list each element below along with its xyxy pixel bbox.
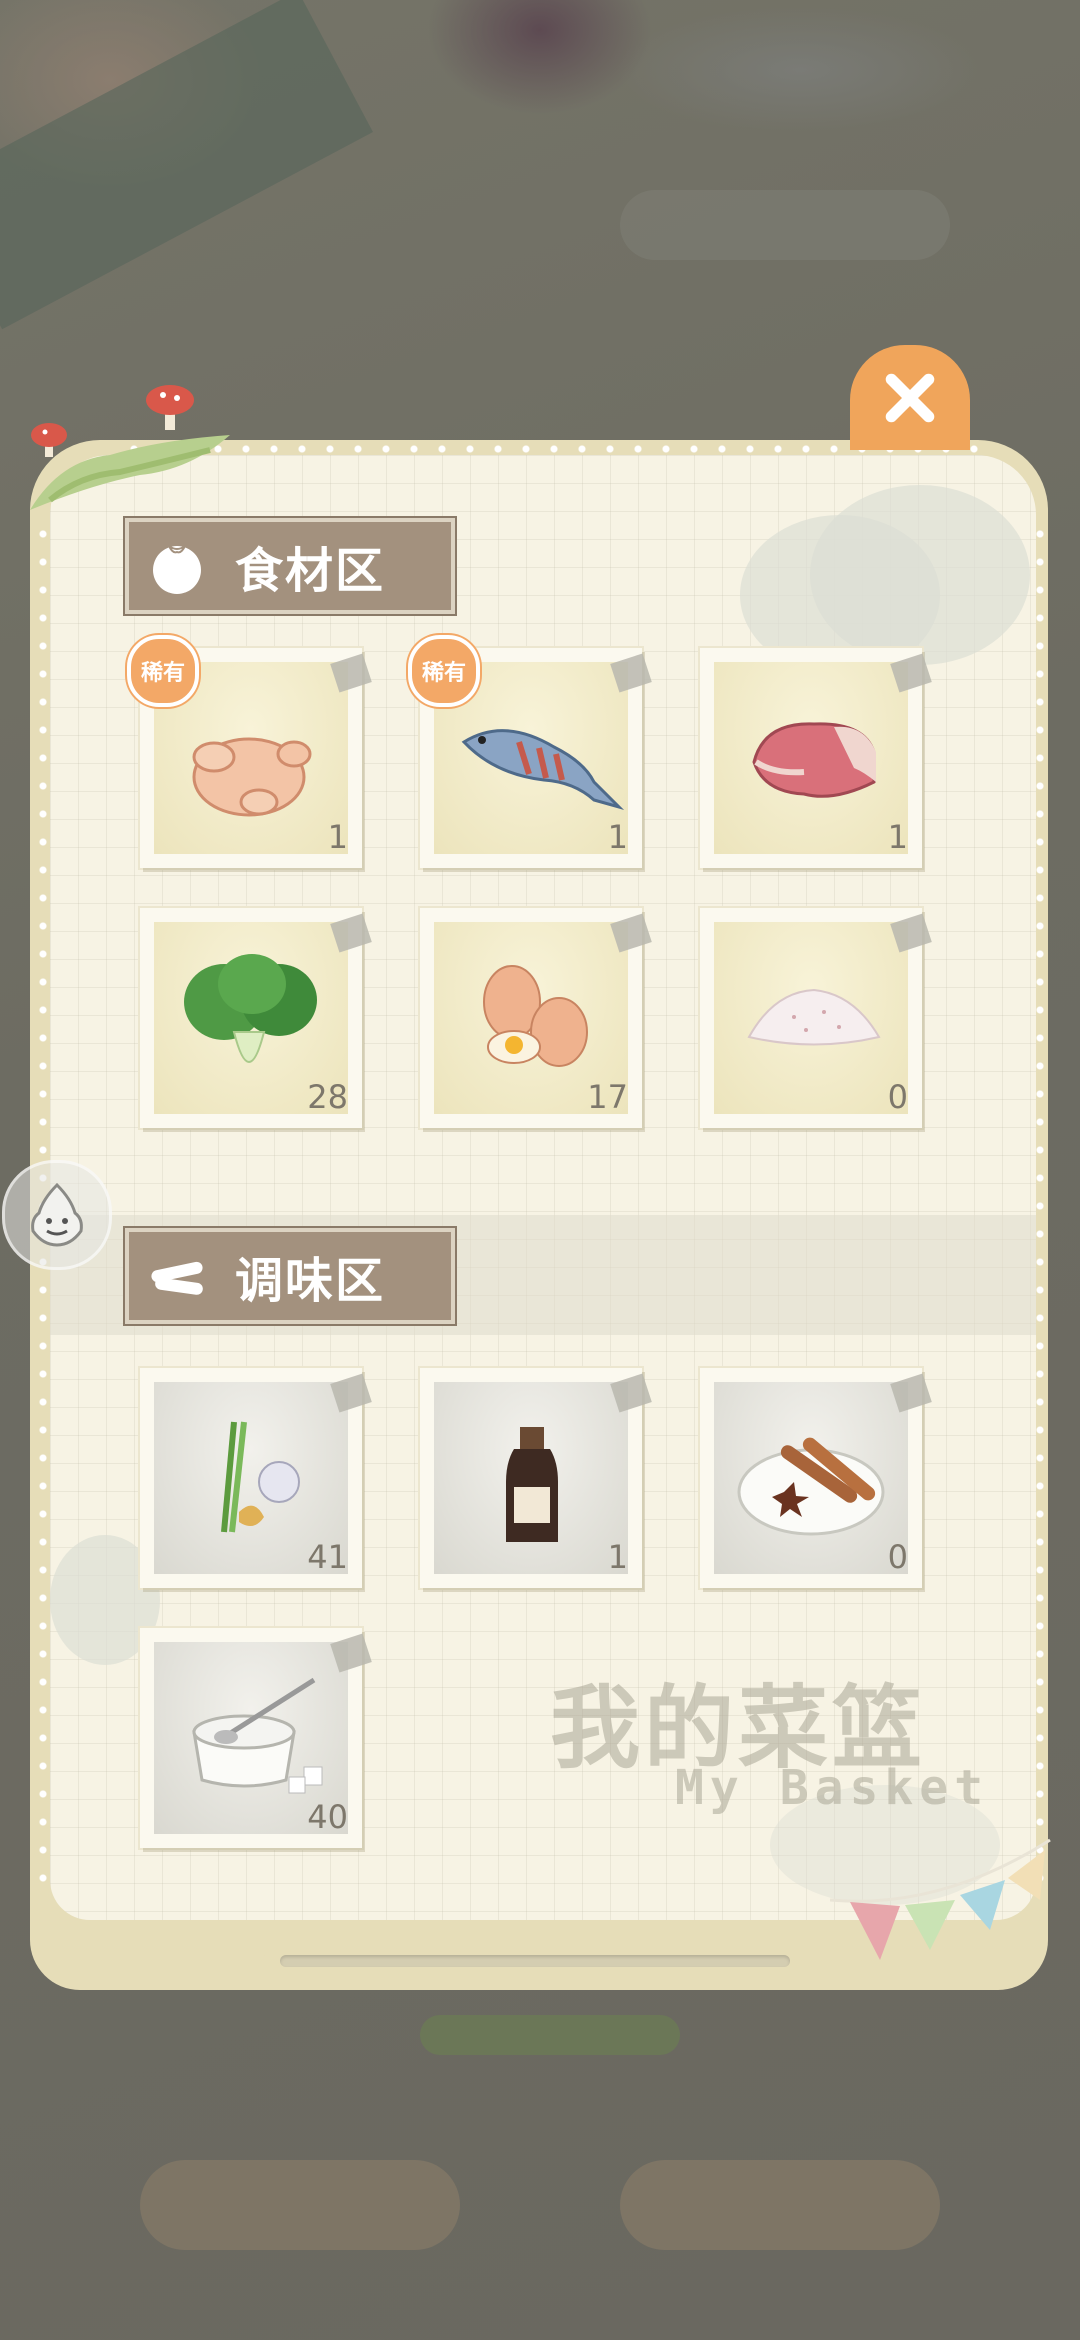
stitch-border: [1035, 520, 1045, 1900]
bunting-decor: [830, 1838, 1051, 1960]
drag-handle[interactable]: [280, 1955, 790, 1967]
background-decor: [420, 2015, 680, 2055]
background-button: [620, 2160, 940, 2250]
item-card-sugar[interactable]: 40: [140, 1628, 372, 1848]
rare-badge: 稀有: [408, 635, 480, 707]
tomato-icon: [153, 545, 201, 594]
close-x-icon: [885, 373, 935, 422]
soy-sauce-icon: [506, 1427, 558, 1542]
moss-mushroom-decor: [30, 385, 230, 510]
item-card-salt[interactable]: 0: [700, 908, 932, 1128]
item-count: 0: [887, 1538, 908, 1576]
item-card-star-anise-cinnamon[interactable]: 0: [700, 1368, 932, 1588]
star-anise-cinnamon-icon: [737, 1437, 885, 1536]
item-count: 40: [307, 1798, 348, 1836]
item-count: 17: [587, 1078, 628, 1116]
item-card-scallion-ginger-garlic[interactable]: 41: [140, 1368, 372, 1588]
item-card-eggs[interactable]: 17: [420, 908, 652, 1128]
background-button: [140, 2160, 460, 2250]
section-title: 调味区: [235, 1253, 386, 1309]
seasoning-section-header: 调味区: [125, 1228, 455, 1324]
item-count: 41: [307, 1538, 348, 1576]
basket-subtitle-watermark: My Basket: [675, 1760, 990, 1816]
pork-icon: [752, 722, 876, 798]
background-decor: [620, 190, 950, 260]
close-button[interactable]: [850, 345, 970, 450]
item-card-pork[interactable]: 1: [700, 648, 932, 868]
item-card-bok-choy[interactable]: 28: [140, 908, 372, 1128]
ingredients-section-header: 食材区: [125, 518, 455, 614]
mascot-face-icon: [31, 1182, 83, 1247]
salt-icon: [747, 988, 881, 1046]
item-count: 1: [607, 818, 628, 856]
item-card-soy-sauce[interactable]: 1: [420, 1368, 652, 1588]
rare-badge: 稀有: [127, 635, 199, 707]
item-count: 28: [307, 1078, 348, 1116]
item-count: 1: [607, 1538, 628, 1576]
item-count: 1: [887, 818, 908, 856]
mascot-side-button[interactable]: [2, 1160, 112, 1270]
item-count: 0: [887, 1078, 908, 1116]
section-title: 食材区: [235, 543, 386, 599]
cinnamon-icon: [151, 1261, 203, 1295]
item-count: 1: [327, 818, 348, 856]
